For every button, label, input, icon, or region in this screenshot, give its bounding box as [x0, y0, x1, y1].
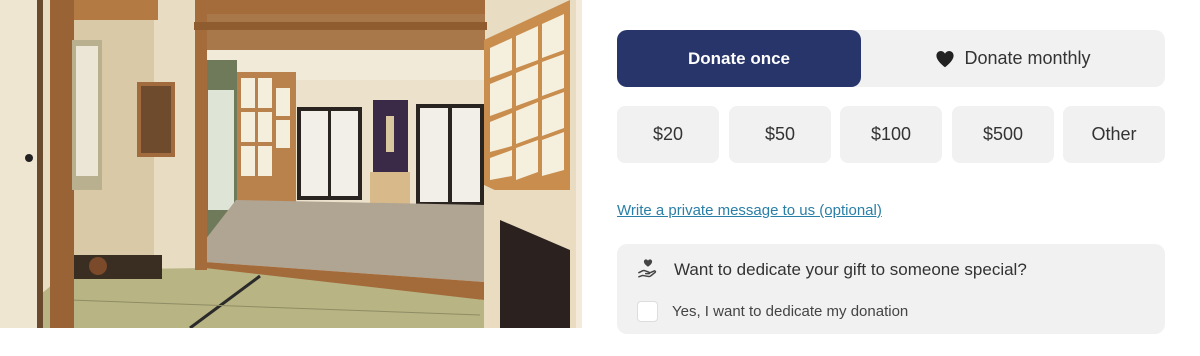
amount-options: $20 $50 $100 $500 Other	[617, 106, 1165, 163]
dedicate-section: Want to dedicate your gift to someone sp…	[617, 244, 1165, 334]
dedicate-title: Want to dedicate your gift to someone sp…	[674, 260, 1027, 279]
donate-once-button[interactable]: Donate once	[617, 30, 861, 87]
dedicate-checkbox[interactable]	[637, 301, 658, 322]
donation-panel: Donate once Donate monthly $20 $50 $100 …	[617, 0, 1165, 356]
hand-heart-icon	[638, 259, 657, 278]
japanese-room-illustration	[0, 0, 582, 328]
amount-other-button[interactable]: Other	[1063, 106, 1165, 163]
dedicate-checkbox-label[interactable]: Yes, I want to dedicate my donation	[672, 303, 908, 320]
amount-50-button[interactable]: $50	[729, 106, 831, 163]
hero-image	[0, 0, 582, 328]
donate-monthly-label: Donate monthly	[964, 48, 1091, 68]
amount-100-button[interactable]: $100	[840, 106, 942, 163]
frequency-toggle: Donate once Donate monthly	[617, 30, 1165, 87]
donate-monthly-button[interactable]: Donate monthly	[861, 30, 1165, 87]
private-message-link[interactable]: Write a private message to us (optional)	[617, 202, 882, 219]
amount-20-button[interactable]: $20	[617, 106, 719, 163]
donate-once-label: Donate once	[687, 48, 791, 68]
amount-500-button[interactable]: $500	[952, 106, 1054, 163]
heart-icon	[936, 50, 955, 67]
